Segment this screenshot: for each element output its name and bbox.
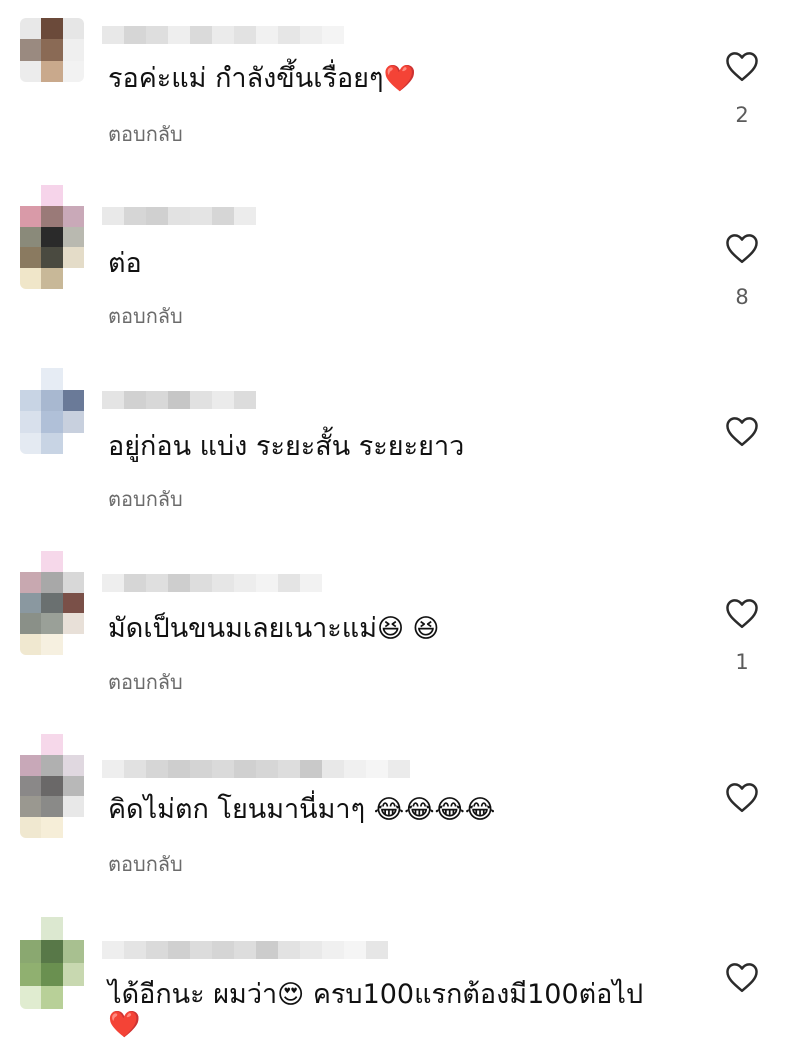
comment-text: อยู่ก่อน แบ่ง ระยะสั้น ระยะยาว [108,430,464,464]
avatar[interactable] [20,185,84,289]
comment-text-body: ต่อ [108,248,142,279]
comment-item: รอค่ะแม่ กำลังขึ้นเรื่อยๆ❤️ ตอบกลับ 2 [0,0,800,180]
comment-text-line2: ❤️ [108,1008,140,1040]
heart-outline-icon [726,599,758,629]
heart-emoji: ❤️ [108,1010,141,1040]
username-blurred[interactable] [102,941,388,959]
like-count: 2 [735,103,749,127]
username-blurred[interactable] [102,760,410,778]
like-count: 8 [735,285,749,309]
comment-text: ต่อ [108,247,142,281]
comment-text: มัดเป็นขนมเลยเนาะแม่😆 😆 [108,612,440,646]
avatar[interactable] [20,18,84,82]
username-blurred[interactable] [102,574,322,592]
avatar[interactable] [20,368,84,454]
comment-item: คิดไม่ตก โยนมานี่มาๆ 😂😂😂😂 ตอบกลับ [0,732,800,912]
comment-item: มัดเป็นขนมเลยเนาะแม่😆 😆 ตอบกลับ 1 [0,549,800,729]
like-button[interactable] [720,781,764,813]
like-button[interactable] [720,232,764,264]
heart-outline-icon [726,234,758,264]
tears-of-joy-emoji: 😂😂😂😂 [373,795,496,825]
like-button[interactable] [720,597,764,629]
heart-outline-icon [726,963,758,993]
like-count: 1 [735,650,749,674]
comment-text-body-continued: ครบ100แรกต้องมี100ต่อไป [304,979,644,1010]
reply-button[interactable]: ตอบกลับ [108,118,183,150]
username-blurred[interactable] [102,207,256,225]
comment-item: ต่อ ตอบกลับ 8 [0,183,800,363]
avatar[interactable] [20,734,84,838]
like-button[interactable] [720,50,764,82]
reply-button[interactable]: ตอบกลับ [108,666,183,698]
username-blurred[interactable] [102,391,256,409]
reply-button[interactable]: ตอบกลับ [108,483,183,515]
comment-text: ได้อีกนะ ผมว่า😍 ครบ100แรกต้องมี100ต่อไป [108,978,643,1012]
heart-outline-icon [726,417,758,447]
comment-text: คิดไม่ตก โยนมานี่มาๆ 😂😂😂😂 [108,793,495,827]
comment-text-body: อยู่ก่อน แบ่ง ระยะสั้น ระยะยาว [108,431,465,462]
like-button[interactable] [720,415,764,447]
avatar[interactable] [20,551,84,655]
comment-text-body: มัดเป็นขนมเลยเนาะแม่ [108,613,378,644]
comment-text-body: คิดไม่ตก โยนมานี่มาๆ [108,794,374,825]
comment-item: ได้อีกนะ ผมว่า😍 ครบ100แรกต้องมี100ต่อไป … [0,915,800,1040]
heart-outline-icon [726,52,758,82]
heart-emoji: ❤️ [383,64,416,94]
reply-button[interactable]: ตอบกลับ [108,300,183,332]
comment-item: อยู่ก่อน แบ่ง ระยะสั้น ระยะยาว ตอบกลับ [0,366,800,546]
comment-text: รอค่ะแม่ กำลังขึ้นเรื่อยๆ❤️ [108,62,416,96]
avatar[interactable] [20,917,84,1009]
reply-button[interactable]: ตอบกลับ [108,848,183,880]
comment-list: รอค่ะแม่ กำลังขึ้นเรื่อยๆ❤️ ตอบกลับ 2 ต่… [0,0,800,1040]
heart-outline-icon [726,783,758,813]
username-blurred[interactable] [102,26,344,44]
comment-text-body: ได้อีกนะ ผมว่า [108,979,278,1010]
like-button[interactable] [720,961,764,993]
comment-text-body: รอค่ะแม่ กำลังขึ้นเรื่อยๆ [108,63,384,94]
laughing-emoji: 😆 😆 [377,614,440,644]
heart-eyes-emoji: 😍 [277,980,305,1010]
